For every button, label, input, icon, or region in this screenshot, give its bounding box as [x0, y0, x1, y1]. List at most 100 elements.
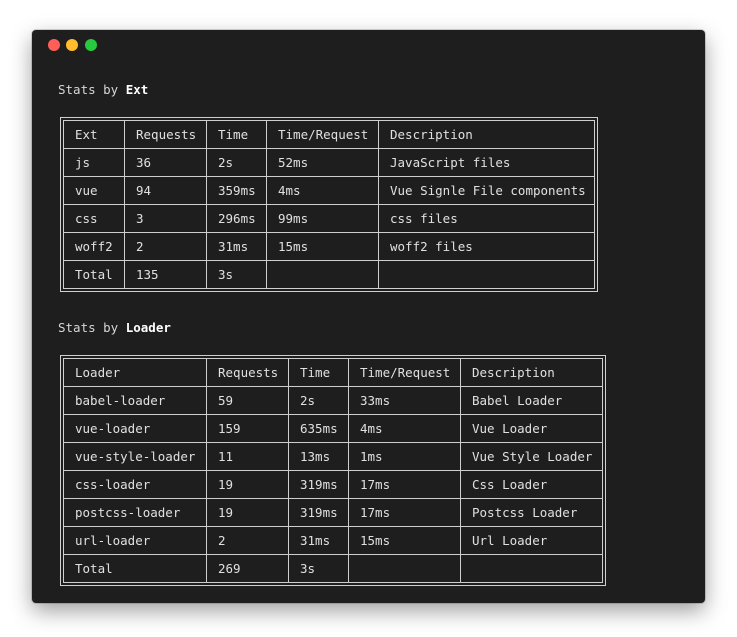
ext-table-row: js 36 2s 52ms JavaScript files — [63, 148, 595, 177]
table-cell: Total — [63, 554, 207, 583]
table-cell: Postcss Loader — [460, 498, 603, 527]
table-cell: Url Loader — [460, 526, 603, 555]
table-cell: JavaScript files — [378, 148, 595, 177]
table-cell: 2 — [124, 232, 207, 261]
table-cell: 296ms — [206, 204, 267, 233]
table-cell: 1ms — [348, 442, 461, 471]
ext-header-cell: Time/Request — [266, 120, 379, 149]
table-cell — [460, 554, 603, 583]
loader-table-body: Loader Requests Time Time/Request Descri… — [63, 358, 603, 583]
loader-header-cell: Description — [460, 358, 603, 387]
table-cell: css files — [378, 204, 595, 233]
table-cell: 2s — [288, 386, 349, 415]
table-cell: woff2 — [63, 232, 125, 261]
table-cell — [348, 554, 461, 583]
table-cell: Vue Loader — [460, 414, 603, 443]
table-cell — [266, 260, 379, 289]
minimize-window-button[interactable] — [66, 39, 78, 51]
ext-header-cell: Description — [378, 120, 595, 149]
table-cell: 31ms — [288, 526, 349, 555]
loader-header-cell: Time/Request — [348, 358, 461, 387]
ext-stats-table: Ext Requests Time Time/Request Descripti… — [63, 120, 595, 289]
table-cell: Total — [63, 260, 125, 289]
table-cell: 33ms — [348, 386, 461, 415]
table-cell: 3s — [206, 260, 267, 289]
table-cell: Babel Loader — [460, 386, 603, 415]
loader-table-row: url-loader 2 31ms 15ms Url Loader — [63, 526, 603, 555]
ext-header-row: Ext Requests Time Time/Request Descripti… — [63, 120, 595, 149]
table-cell: 15ms — [348, 526, 461, 555]
ext-table-body: Ext Requests Time Time/Request Descripti… — [63, 120, 595, 289]
ext-section-title: Stats by Ext — [58, 82, 148, 97]
ext-table-row: vue 94 359ms 4ms Vue Signle File compone… — [63, 176, 595, 205]
table-cell: 4ms — [266, 176, 379, 205]
table-cell: vue-style-loader — [63, 442, 207, 471]
terminal-window: Stats by Ext Ext Requests Time Time/Requ… — [32, 30, 705, 603]
table-cell: 94 — [124, 176, 207, 205]
loader-total-row: Total 269 3s — [63, 554, 603, 583]
table-cell: css — [63, 204, 125, 233]
ext-title-prefix: Stats by — [58, 82, 126, 97]
loader-section-title: Stats by Loader — [58, 320, 171, 335]
table-cell: 359ms — [206, 176, 267, 205]
table-cell: 319ms — [288, 498, 349, 527]
ext-title-emphasis: Ext — [125, 82, 149, 97]
table-cell: vue-loader — [63, 414, 207, 443]
ext-header-cell: Time — [206, 120, 267, 149]
table-cell: Vue Style Loader — [460, 442, 603, 471]
ext-header-cell: Ext — [63, 120, 125, 149]
loader-header-cell: Loader — [63, 358, 207, 387]
table-cell: js — [63, 148, 125, 177]
ext-total-row: Total 135 3s — [63, 260, 595, 289]
table-cell — [378, 260, 595, 289]
table-cell: 159 — [206, 414, 289, 443]
table-cell: Css Loader — [460, 470, 603, 499]
loader-header-cell: Time — [288, 358, 349, 387]
table-cell: 59 — [206, 386, 289, 415]
table-cell: 635ms — [288, 414, 349, 443]
table-cell: 2s — [206, 148, 267, 177]
table-cell: css-loader — [63, 470, 207, 499]
ext-table-row: woff2 2 31ms 15ms woff2 files — [63, 232, 595, 261]
table-cell: 19 — [206, 498, 289, 527]
table-cell: postcss-loader — [63, 498, 207, 527]
table-cell: url-loader — [63, 526, 207, 555]
loader-stats-table: Loader Requests Time Time/Request Descri… — [63, 358, 603, 583]
table-cell: 99ms — [266, 204, 379, 233]
table-cell: 4ms — [348, 414, 461, 443]
loader-table-row: postcss-loader 19 319ms 17ms Postcss Loa… — [63, 498, 603, 527]
loader-header-cell: Requests — [206, 358, 289, 387]
table-cell: 15ms — [266, 232, 379, 261]
table-cell: woff2 files — [378, 232, 595, 261]
table-cell: 31ms — [206, 232, 267, 261]
table-cell: vue — [63, 176, 125, 205]
table-cell: 11 — [206, 442, 289, 471]
table-cell: 36 — [124, 148, 207, 177]
table-cell: 19 — [206, 470, 289, 499]
table-cell: 3 — [124, 204, 207, 233]
table-cell: 17ms — [348, 470, 461, 499]
ext-table-row: css 3 296ms 99ms css files — [63, 204, 595, 233]
loader-title-emphasis: Loader — [125, 320, 171, 335]
table-cell: 135 — [124, 260, 207, 289]
close-window-button[interactable] — [48, 39, 60, 51]
maximize-window-button[interactable] — [85, 39, 97, 51]
table-cell: 52ms — [266, 148, 379, 177]
loader-table-row: css-loader 19 319ms 17ms Css Loader — [63, 470, 603, 499]
ext-stats-table-frame: Ext Requests Time Time/Request Descripti… — [60, 117, 598, 292]
loader-header-row: Loader Requests Time Time/Request Descri… — [63, 358, 603, 387]
loader-title-prefix: Stats by — [58, 320, 126, 335]
table-cell: Vue Signle File components — [378, 176, 595, 205]
loader-table-row: vue-loader 159 635ms 4ms Vue Loader — [63, 414, 603, 443]
table-cell: babel-loader — [63, 386, 207, 415]
table-cell: 13ms — [288, 442, 349, 471]
table-cell: 269 — [206, 554, 289, 583]
table-cell: 17ms — [348, 498, 461, 527]
table-cell: 319ms — [288, 470, 349, 499]
table-cell: 2 — [206, 526, 289, 555]
ext-header-cell: Requests — [124, 120, 207, 149]
loader-table-row: vue-style-loader 11 13ms 1ms Vue Style L… — [63, 442, 603, 471]
table-cell: 3s — [288, 554, 349, 583]
loader-table-row: babel-loader 59 2s 33ms Babel Loader — [63, 386, 603, 415]
loader-stats-table-frame: Loader Requests Time Time/Request Descri… — [60, 355, 606, 586]
